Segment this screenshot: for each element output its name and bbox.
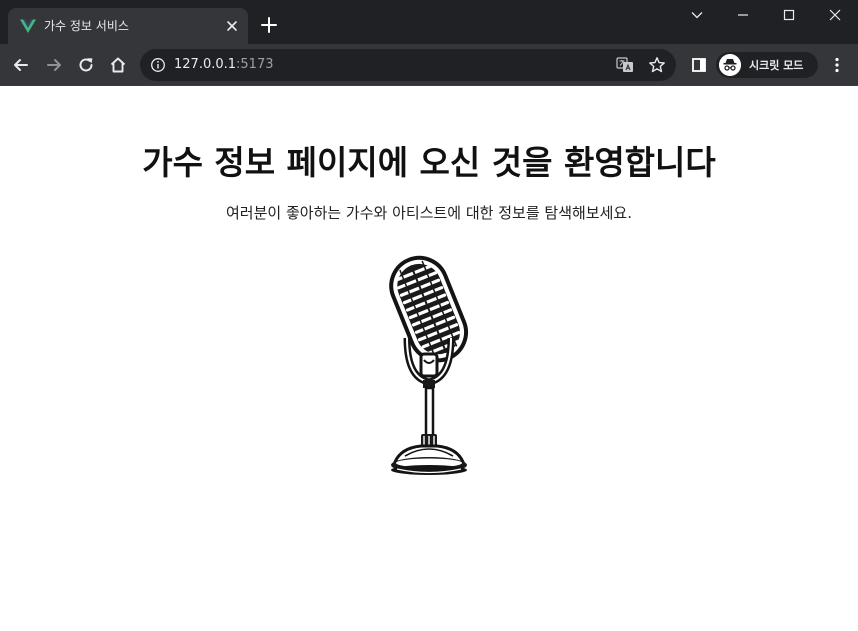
forward-button[interactable] bbox=[43, 54, 65, 76]
window-close-button[interactable] bbox=[812, 0, 858, 30]
plus-icon[interactable] bbox=[258, 14, 280, 36]
translate-icon[interactable] bbox=[616, 57, 634, 73]
back-arrow-icon bbox=[14, 59, 28, 71]
incognito-profile-button[interactable]: 시크릿 모드 bbox=[716, 52, 818, 78]
url-host: 127.0.0.1 bbox=[174, 57, 237, 72]
microphone-icon bbox=[389, 255, 468, 475]
more-vert-icon bbox=[835, 57, 839, 73]
browser-toolbar: 127.0.0.1:5173 시크릿 모드 bbox=[0, 44, 858, 86]
minimize-button[interactable] bbox=[720, 0, 766, 30]
page-content: 가수 정보 페이지에 오신 것을 환영합니다 여러분이 좋아하는 가수와 아티스… bbox=[0, 86, 858, 631]
chevron-down-icon bbox=[691, 12, 703, 19]
url-port: :5173 bbox=[236, 57, 274, 72]
info-icon[interactable] bbox=[150, 57, 166, 73]
page-subtitle: 여러분이 좋아하는 가수와 아티스트에 대한 정보를 탐색해보세요. bbox=[226, 204, 632, 222]
forward-arrow-icon bbox=[47, 59, 61, 71]
incognito-icon bbox=[719, 54, 741, 76]
tab-search-button[interactable] bbox=[674, 0, 720, 30]
home-icon bbox=[110, 57, 126, 73]
minimize-icon bbox=[738, 14, 748, 16]
url-text[interactable]: 127.0.0.1:5173 bbox=[174, 57, 274, 72]
maximize-button[interactable] bbox=[766, 0, 812, 30]
window-close-icon bbox=[829, 9, 841, 21]
close-icon[interactable] bbox=[224, 18, 240, 34]
address-bar[interactable]: 127.0.0.1:5173 bbox=[140, 49, 676, 81]
home-button[interactable] bbox=[107, 54, 129, 76]
page-title: 가수 정보 페이지에 오신 것을 환영합니다 bbox=[142, 143, 716, 182]
incognito-label: 시크릿 모드 bbox=[749, 59, 804, 72]
side-panel-icon bbox=[692, 58, 706, 72]
reload-icon bbox=[79, 58, 93, 72]
tab-title: 가수 정보 서비스 bbox=[44, 19, 129, 33]
title-bar: 가수 정보 서비스 bbox=[0, 0, 858, 44]
side-panel-button[interactable] bbox=[688, 54, 710, 76]
reload-button[interactable] bbox=[75, 54, 97, 76]
browser-menu-button[interactable] bbox=[826, 54, 848, 76]
maximize-icon bbox=[783, 9, 795, 21]
back-button[interactable] bbox=[10, 54, 32, 76]
vue-logo-icon bbox=[20, 19, 36, 33]
star-icon[interactable] bbox=[648, 56, 666, 74]
browser-tab[interactable]: 가수 정보 서비스 bbox=[8, 8, 248, 44]
